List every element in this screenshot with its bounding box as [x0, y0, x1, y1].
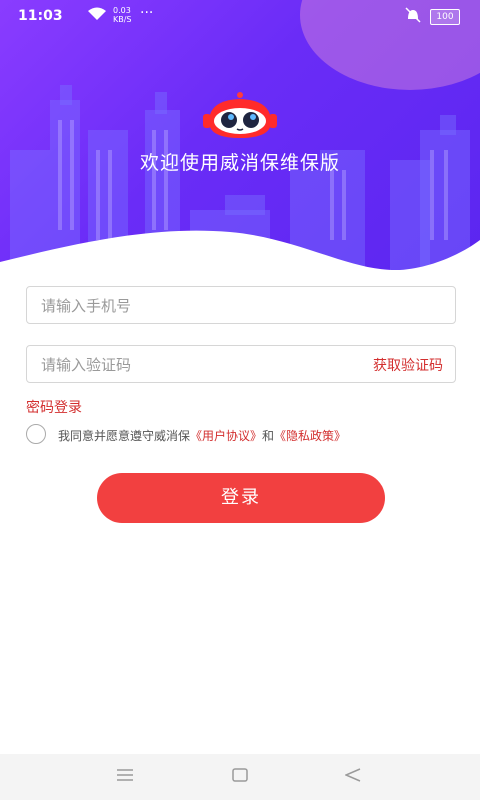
phone-input[interactable]: [39, 287, 343, 325]
status-bar: 11:03 0.03 KB/S ··· 100: [0, 0, 480, 34]
status-time: 11:03: [18, 8, 63, 24]
agreement-text: 我同意并愿意遵守威消保《用户协议》和《隐私政策》: [58, 429, 347, 443]
password-login-link[interactable]: 密码登录: [26, 397, 82, 417]
code-input[interactable]: [39, 346, 343, 384]
header-hero: 11:03 0.03 KB/S ··· 100 欢迎使用威消保维保版: [0, 0, 480, 270]
agree-radio[interactable]: [26, 424, 46, 444]
network-speed: 0.03 KB/S: [113, 6, 132, 24]
battery-icon: 100: [430, 9, 460, 25]
phone-field[interactable]: [26, 286, 456, 325]
back-triangle-icon[interactable]: [344, 767, 361, 786]
menu-icon[interactable]: [117, 767, 133, 786]
login-button[interactable]: 登录: [97, 473, 385, 523]
mascot-logo-icon: [201, 92, 279, 146]
more-dots: ···: [140, 5, 154, 21]
home-square-icon[interactable]: [232, 767, 248, 786]
privacy-policy-link[interactable]: 《隐私政策》: [274, 429, 346, 443]
wifi-icon: [88, 7, 106, 25]
system-nav-bar: [0, 754, 480, 800]
welcome-title: 欢迎使用威消保维保版: [139, 152, 340, 174]
user-agreement-link[interactable]: 《用户协议》: [190, 429, 262, 443]
get-code-button[interactable]: 获取验证码: [373, 355, 443, 375]
silent-bell-icon: [404, 7, 422, 27]
code-field[interactable]: 获取验证码: [26, 345, 456, 384]
